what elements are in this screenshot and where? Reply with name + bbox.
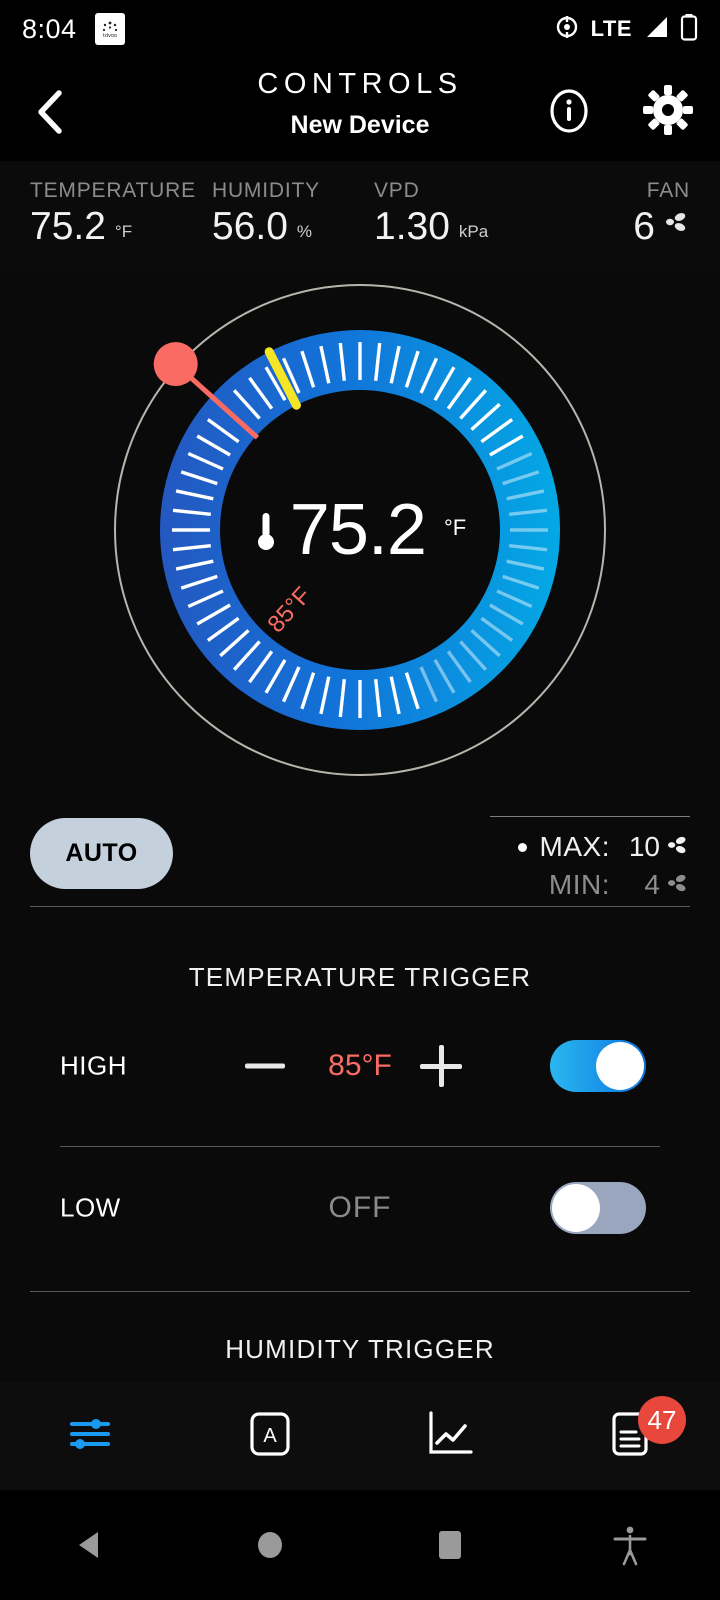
selected-indicator-dot <box>517 842 527 852</box>
section-divider <box>30 1291 690 1292</box>
tab-auto[interactable]: A <box>180 1382 360 1490</box>
fan-min-row[interactable]: MIN: 4 <box>490 869 690 901</box>
fan-icon <box>666 873 690 898</box>
app-screen: 8:04 tdvoo LTE CONTROLS New Device TEMPE… <box>0 0 720 1600</box>
auto-box-icon: A <box>247 1409 293 1464</box>
fan-max-value: 10 <box>628 831 660 862</box>
page-title: CONTROLS <box>257 68 463 100</box>
gear-icon <box>643 85 693 135</box>
tab-notifications[interactable]: 47 <box>540 1382 720 1490</box>
stat-label: TEMPERATURE <box>30 179 196 202</box>
temperature-high-row: HIGH 85°F <box>0 1026 720 1106</box>
notification-badge: 47 <box>638 1396 686 1444</box>
fan-min-value: 4 <box>644 869 660 900</box>
header-titles: CONTROLS New Device <box>0 68 720 140</box>
accessibility-icon <box>613 1526 647 1566</box>
app-icon: tdvoo <box>94 13 125 45</box>
auto-mode-button[interactable]: AUTO <box>30 818 173 889</box>
stat-unit: kPa <box>458 222 489 241</box>
accessibility-button[interactable] <box>540 1524 720 1566</box>
status-bar-icons: LTE <box>554 13 698 46</box>
android-recents-button[interactable] <box>360 1527 540 1563</box>
fan-min-label: MIN: <box>548 869 610 900</box>
android-home-button[interactable] <box>180 1527 360 1563</box>
status-bar: 8:04 tdvoo LTE <box>0 0 720 58</box>
android-back-button[interactable] <box>0 1527 180 1563</box>
auto-mode-label: AUTO <box>65 839 138 867</box>
android-recents-icon <box>439 1531 461 1559</box>
stat-fan: FAN 6 <box>633 179 690 246</box>
signal-icon <box>643 15 669 44</box>
sensor-stats-row: TEMPERATURE 75.2 °F HUMIDITY 56.0 % VPD … <box>0 161 720 266</box>
stat-value: 6 <box>633 205 655 248</box>
section-divider <box>30 906 690 907</box>
stat-humidity: HUMIDITY 56.0 % <box>212 179 320 246</box>
bottom-tab-bar: A 47 <box>0 1382 720 1490</box>
app-header: CONTROLS New Device <box>0 58 720 161</box>
fan-max-row[interactable]: MAX: 10 <box>490 831 690 863</box>
high-trigger-toggle[interactable] <box>550 1040 646 1092</box>
status-bar-time: 8:04 <box>22 13 77 44</box>
temperature-low-row: LOW OFF <box>0 1168 720 1248</box>
stat-vpd: VPD 1.30 kPa <box>374 179 488 246</box>
low-trigger-toggle[interactable] <box>550 1182 646 1234</box>
unselected-indicator-dot <box>527 881 536 890</box>
stat-unit: °F <box>114 222 133 241</box>
stat-label: FAN <box>646 179 690 202</box>
svg-text:tdvoo: tdvoo <box>102 33 116 39</box>
row-divider <box>60 1146 660 1147</box>
sliders-icon <box>67 1411 113 1462</box>
temperature-trigger-title: TEMPERATURE TRIGGER <box>188 962 532 992</box>
stat-label: VPD <box>374 179 420 202</box>
stat-value: 75.2 <box>30 205 106 248</box>
toggle-knob <box>596 1042 644 1090</box>
device-name: New Device <box>290 111 430 139</box>
stat-value: 1.30 <box>374 205 450 248</box>
stat-value: 56.0 <box>212 205 288 248</box>
android-back-icon <box>79 1532 98 1558</box>
svg-text:A: A <box>263 1425 277 1447</box>
network-type-label: LTE <box>590 16 632 41</box>
info-icon <box>550 89 588 133</box>
fan-icon <box>666 835 690 860</box>
plus-icon[interactable] <box>420 1045 462 1087</box>
location-icon <box>554 14 580 45</box>
gauge-svg: 85°F <box>100 270 620 790</box>
fan-limits-divider <box>490 816 690 817</box>
stat-temperature: TEMPERATURE 75.2 °F <box>30 179 196 246</box>
android-home-icon <box>258 1532 282 1558</box>
android-nav-bar <box>0 1490 720 1600</box>
humidity-trigger-title: HUMIDITY TRIGGER <box>225 1334 495 1364</box>
fan-max-label: MAX: <box>539 831 610 862</box>
info-button[interactable] <box>544 86 594 136</box>
battery-icon <box>680 13 698 46</box>
stat-label: HUMIDITY <box>212 179 320 202</box>
tab-chart[interactable] <box>360 1382 540 1490</box>
tab-controls[interactable] <box>0 1382 180 1490</box>
fan-limits: MAX: 10 MIN: 4 <box>490 816 690 901</box>
toggle-knob <box>552 1184 600 1232</box>
fan-icon <box>664 211 690 238</box>
line-chart-icon <box>425 1410 475 1463</box>
settings-button[interactable] <box>642 84 694 136</box>
stat-unit: % <box>296 222 313 241</box>
temperature-gauge[interactable]: 85°F 75.2 °F <box>100 270 620 790</box>
fan-mode-row: AUTO MAX: 10 MIN: 4 <box>0 790 720 910</box>
